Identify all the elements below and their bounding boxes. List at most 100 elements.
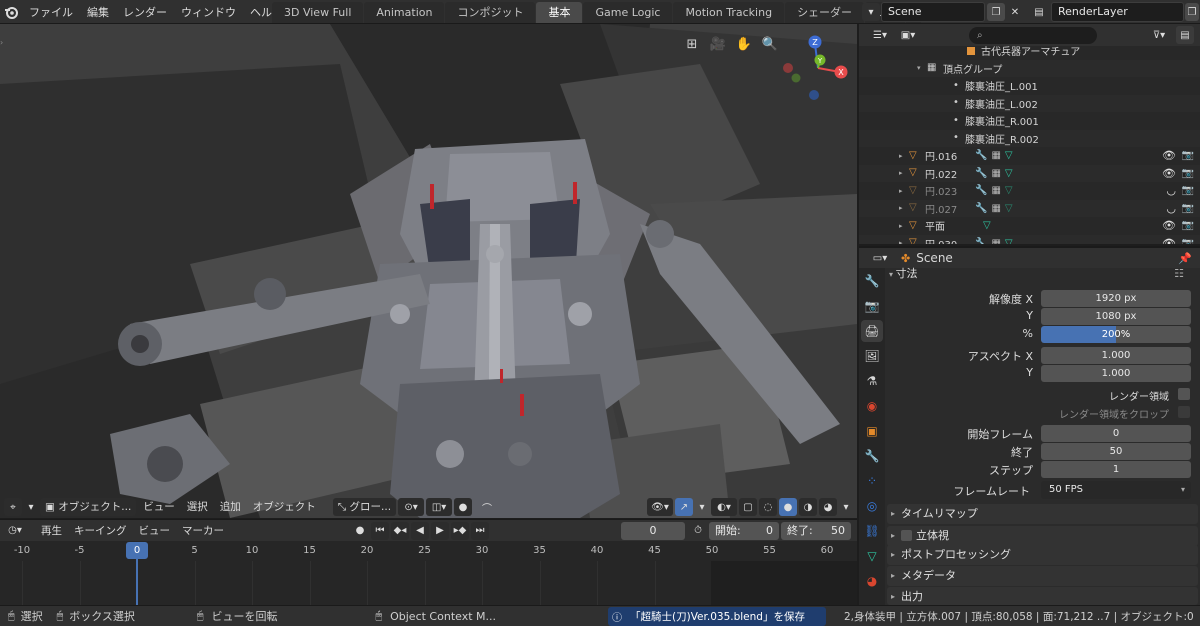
tab-compositing[interactable]: コンポジット [445,2,536,23]
overlay-icon[interactable]: ◐▾ [711,498,737,516]
current-frame-field[interactable]: 0 [621,521,685,540]
outliner-item[interactable]: ▸ ▽ 円.022 🔧 ▦ ▽ 👁 📷 [859,164,1200,182]
outliner-item[interactable]: ▸ ▽ 円.023 🔧 ▦ ▽ ◡ 📷 [859,182,1200,200]
menu-timeline-view[interactable]: ビュー [134,522,176,540]
expand-toggle-icon[interactable]: ▸ [899,239,909,244]
outliner-item[interactable]: ▸ ▽ 平面 ▽ 👁 📷 [859,217,1200,235]
tab-animation[interactable]: Animation [364,2,445,23]
render-region-checkbox[interactable] [1178,388,1190,400]
camera-icon[interactable]: 🎥 [707,33,729,55]
eye-icon[interactable]: 👁 [1162,149,1176,162]
outliner-search-input[interactable]: ⌕ [969,27,1097,44]
blender-logo-icon[interactable] [0,0,22,24]
expand-toggle-icon[interactable]: ▸ [899,152,909,160]
mode-selector[interactable]: ▣ オブジェクト... [40,498,137,516]
outliner-editor-icon[interactable]: ☰▾ [867,26,893,44]
outliner-item[interactable]: ▸ ▽ 円.027 🔧 ▦ ▽ ◡ 📷 [859,199,1200,217]
outliner-item[interactable]: • 膝裏油圧_L.001 [859,77,1200,95]
scene-type-icon[interactable]: ▾ [862,3,880,21]
tab-general[interactable]: 基本 [536,2,583,23]
scene-selector[interactable]: Scene [881,2,985,22]
menu-keying[interactable]: キーイング [69,522,132,540]
menu-select[interactable]: 選択 [182,498,213,516]
display-mode-icon[interactable]: ▣▾ [895,26,921,44]
axis-gizmo[interactable]: Z X Y [780,32,856,120]
outliner-item[interactable]: ▾ ▦ 頂点グループ [859,59,1200,77]
constraints-tab-icon[interactable]: ⛓ [861,520,883,542]
dimensions-section-header[interactable]: ▾ 寸法 ☷ [889,268,1198,282]
editor-type-dropdown-icon[interactable]: ▾ [24,498,38,516]
menu-marker[interactable]: マーカー [177,522,229,540]
modifier-tab-icon[interactable]: 🔧 [861,445,883,467]
expand-toggle-icon[interactable]: ▸ [899,169,909,177]
gizmo-toggle-icon[interactable]: ↗ [675,498,693,516]
menu-render[interactable]: レンダー [116,4,174,20]
copy-scene-icon[interactable]: ❐ [987,3,1005,21]
xray-icon[interactable]: ▢ [739,498,757,516]
properties-editor-icon[interactable]: ▭▾ [867,249,893,267]
scene-tab-icon[interactable]: ⚗ [861,370,883,392]
filter-icon[interactable]: ⊽▾ [1146,26,1172,44]
falloff-icon[interactable]: ⌒ [474,498,500,516]
eye-icon[interactable]: 👁 [1162,167,1176,180]
menu-view[interactable]: ビュー [138,498,180,516]
close-scene-icon[interactable]: ✕ [1006,3,1024,21]
zoom-icon[interactable]: 🔍 [759,33,781,55]
eye-icon[interactable]: 👁 [1162,219,1176,232]
render-camera-icon[interactable]: 📷 [1182,150,1194,161]
expand-toggle-icon[interactable]: ▸ [899,204,909,212]
tab-shading[interactable]: シェーダー [785,2,865,23]
timeline-editor-icon[interactable]: ◷▾ [6,522,24,540]
menu-object[interactable]: オブジェクト [248,498,321,516]
outliner-item[interactable]: • 膝裏油圧_R.002 [859,129,1200,147]
shading-solid-icon[interactable]: ● [779,498,797,516]
outliner-item[interactable]: 古代兵器アーマチュア [859,46,1200,60]
pin-icon[interactable]: 📌 [1178,252,1192,265]
expand-toggle-icon[interactable]: ▸ [899,187,909,195]
frame-step-field[interactable]: 1 [1041,461,1191,478]
render-layer-icon[interactable]: ▤ [1030,3,1048,21]
expand-toggle-icon[interactable]: ▾ [917,64,927,72]
resolution-percent-slider[interactable]: 200% [1041,326,1191,343]
hidden-eye-icon[interactable]: ◡ [1166,202,1176,215]
menu-window[interactable]: ウィンドウ [174,4,243,20]
output-tab-icon[interactable]: 🖨 [861,320,883,342]
jump-start-icon[interactable]: ⏮ [371,521,389,540]
presets-icon[interactable]: ☷ [1174,268,1184,280]
time-remapping-panel[interactable]: ▸ タイムリマップ [887,504,1198,524]
resolution-x-field[interactable]: 1920 px [1041,290,1191,307]
3d-viewport[interactable]: ⊞ 🎥 ✋ 🔍 Z X Y › [0,24,857,518]
eye-icon[interactable]: 👁 [1162,237,1176,244]
proportional-edit-icon[interactable]: ● [454,498,473,516]
play-icon[interactable]: ▶ [431,521,449,540]
transform-orientation-selector[interactable]: ⤡ グロー... [332,498,397,516]
framerate-dropdown[interactable]: 50 FPS ▾ [1041,481,1191,499]
next-keyframe-icon[interactable]: ▸◆ [451,521,469,540]
metadata-panel[interactable]: ▸ メタデータ [887,566,1198,586]
render-camera-icon[interactable]: 📷 [1182,185,1194,196]
record-icon[interactable]: ● [351,522,369,540]
render-camera-icon[interactable]: 📷 [1182,238,1194,244]
hidden-eye-icon[interactable]: ◡ [1166,184,1176,197]
shading-material-icon[interactable]: ◑ [799,498,817,516]
render-camera-icon[interactable]: 📷 [1182,203,1194,214]
shading-rendered-icon[interactable]: ◕ [819,498,837,516]
start-frame-field[interactable]: 開始: 0 [709,521,779,540]
toggle-camera-view-icon[interactable]: ⊞ [681,33,703,55]
post-processing-panel[interactable]: ▸ ポストプロセッシング [887,545,1198,565]
frame-start-field[interactable]: 0 [1041,425,1191,442]
editor-type-icon[interactable]: ⌖ [4,498,22,516]
pan-hand-icon[interactable]: ✋ [733,33,755,55]
outliner-item[interactable]: ▸ ▽ 円.016 🔧 ▦ ▽ 👁 📷 [859,147,1200,165]
crop-region-checkbox[interactable] [1178,406,1190,418]
preview-range-icon[interactable]: ⏱ [689,522,707,540]
render-camera-icon[interactable]: 📷 [1182,168,1194,179]
menu-file[interactable]: ファイル [22,4,80,20]
playhead-line[interactable] [136,559,138,605]
view-layer-tab-icon[interactable]: 🖼 [861,345,883,367]
frame-end-field[interactable]: 50 [1041,443,1191,460]
new-collection-icon[interactable]: ▤ [1176,26,1194,44]
copy-layer-icon[interactable]: ❐ [1185,3,1199,21]
playhead-frame[interactable]: 0 [126,542,148,559]
stereoscopy-panel[interactable]: ▸ 立体視 [887,526,1198,546]
